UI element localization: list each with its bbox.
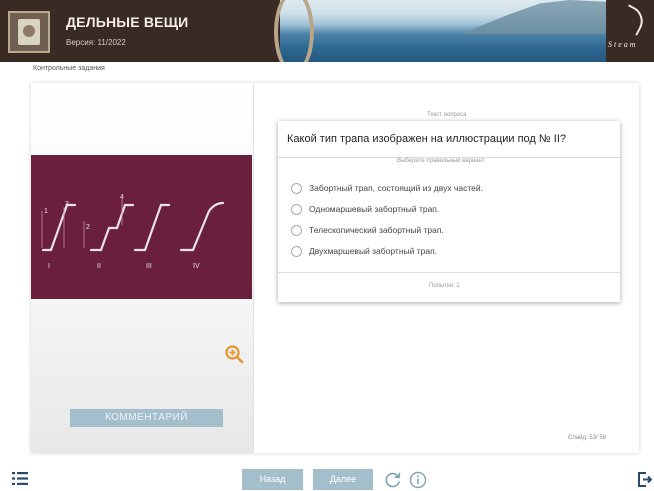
radio-button[interactable] [291,182,302,194]
answer-option-label: Забортный трап, состоящий из двух частей… [309,183,483,193]
answer-option-label: Одномаршевый забортный трап. [309,204,440,214]
answer-option-4[interactable]: Двухмаршевый забортный трап. [291,244,437,258]
reload-icon[interactable] [384,471,402,489]
header-banner-image [274,0,606,62]
info-icon[interactable] [409,471,427,489]
comment-button[interactable]: КОММЕНТАРИЙ [70,409,223,427]
zoom-in-icon[interactable] [224,344,244,364]
version-label: Версия: 11/2022 [66,38,126,47]
logo-text: Steam [608,40,638,49]
answer-option-label: Двухмаршевый забортный трап. [309,246,438,256]
question-hint: Текст вопроса [427,112,467,118]
answer-option-3[interactable]: Телескопический забортный трап. [291,223,444,237]
answer-hint: Выберите правильный вариант [397,158,485,164]
app-title: ДЕЛЬНЫЕ ВЕЩИ [66,14,189,30]
answer-option-label: Телескопический забортный трап. [309,225,444,235]
ladder-diagram: 1 3 2 4 I II III IV [41,194,225,270]
radio-button[interactable] [291,203,302,215]
ladder-num-4: 4 [120,194,124,201]
ladder-II-shape [89,203,135,252]
ladder-label-IV: IV [193,263,200,270]
answer-option-2[interactable]: Одномаршевый забортный трап. [291,202,439,216]
radio-button[interactable] [291,224,302,236]
question-text: Какой тип трапа изображен на иллюстрации… [287,133,566,145]
breadcrumb: Контрольные задания [33,65,105,72]
ladder-num-2: 2 [86,224,90,231]
ladder-num-3: 3 [65,201,69,208]
course-thumbnail [8,11,50,53]
question-card: Какой тип трапа изображен на иллюстрации… [278,121,620,302]
attempts-counter: Попытки: 1 [429,283,460,289]
back-button[interactable]: Назад [242,469,303,490]
app-header: ДЕЛЬНЫЕ ВЕЩИ Версия: 11/2022 Steam [0,0,654,62]
ladder-label-III: III [146,263,152,270]
next-button[interactable]: Далее [313,469,373,490]
ladder-illustration: 1 3 2 4 I II III IV [31,155,252,364]
ladder-III-shape [133,203,171,252]
divider [278,272,620,273]
illustration-column: 1 3 2 4 I II III IV КОММЕНТАРИЙ [31,83,254,453]
content-panel: 1 3 2 4 I II III IV КОММЕНТАРИЙ Текст во… [31,83,639,453]
ladder-num-1: 1 [44,208,48,215]
ladder-label-I: I [48,263,50,270]
answer-option-1[interactable]: Забортный трап, состоящий из двух частей… [291,181,483,195]
slide-counter: Слайд: 53/ 58 [568,435,607,441]
exit-icon[interactable] [638,472,652,487]
ladder-label-II: II [97,263,101,270]
menu-list-icon[interactable] [12,472,28,485]
ladder-IV-shape [179,201,225,252]
radio-button[interactable] [291,245,302,257]
